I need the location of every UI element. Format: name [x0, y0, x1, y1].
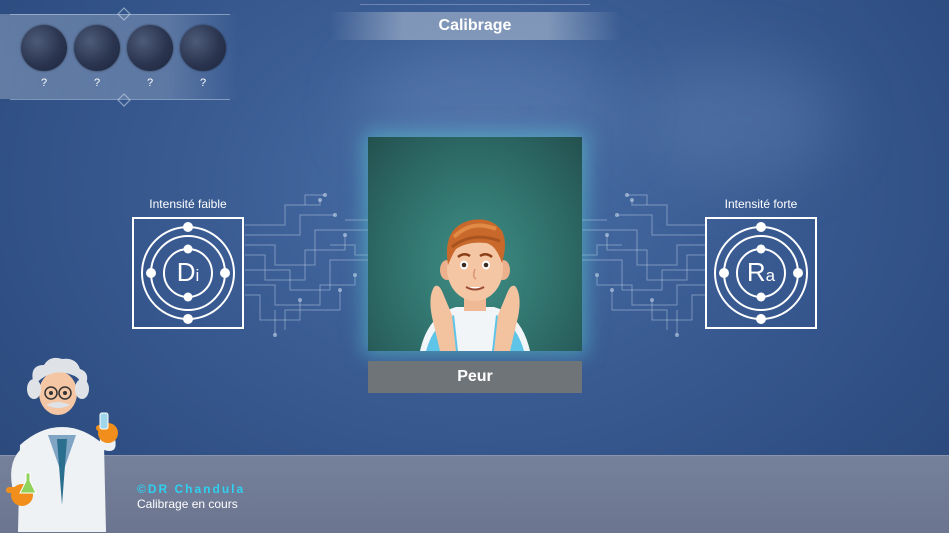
background-glow	[640, 60, 840, 180]
character-portrait	[368, 137, 582, 351]
doctor-mascot	[6, 357, 118, 532]
high-intensity-button[interactable]: Ra	[705, 217, 817, 329]
circuit-decoration	[245, 193, 370, 337]
emotion-slot-label: ?	[93, 77, 101, 89]
badge-symbol-sub: i	[195, 266, 200, 285]
badge-symbol: R	[746, 257, 766, 287]
page-title: Calibrage	[438, 17, 512, 34]
low-intensity-label: Intensité faible	[149, 197, 227, 211]
credit-text: ©DR Chandula	[137, 482, 246, 496]
emotion-label-bar: Peur	[368, 361, 582, 393]
emotion-slot[interactable]	[74, 25, 120, 71]
emotion-slot[interactable]	[180, 25, 226, 71]
emotion-label: Peur	[457, 368, 493, 385]
ornament-icon	[117, 7, 131, 21]
status-text: Calibrage en cours	[137, 497, 238, 511]
emotion-slot-label: ?	[40, 77, 48, 89]
circuit-decoration	[582, 193, 707, 337]
title-divider	[360, 4, 590, 5]
ornament-icon	[117, 93, 131, 107]
emotion-slot[interactable]	[21, 25, 67, 71]
emotion-slot-label: ?	[146, 77, 154, 89]
badge-symbol: D	[176, 257, 196, 287]
emotion-slot-label: ?	[199, 77, 207, 89]
high-intensity-label: Intensité forte	[724, 197, 798, 211]
low-intensity-button[interactable]: Di	[132, 217, 244, 329]
badge-symbol-sub: a	[765, 266, 776, 285]
scared-boy-illustration	[420, 219, 530, 351]
title-bar: Calibrage	[330, 12, 620, 40]
emotion-slot[interactable]	[127, 25, 173, 71]
